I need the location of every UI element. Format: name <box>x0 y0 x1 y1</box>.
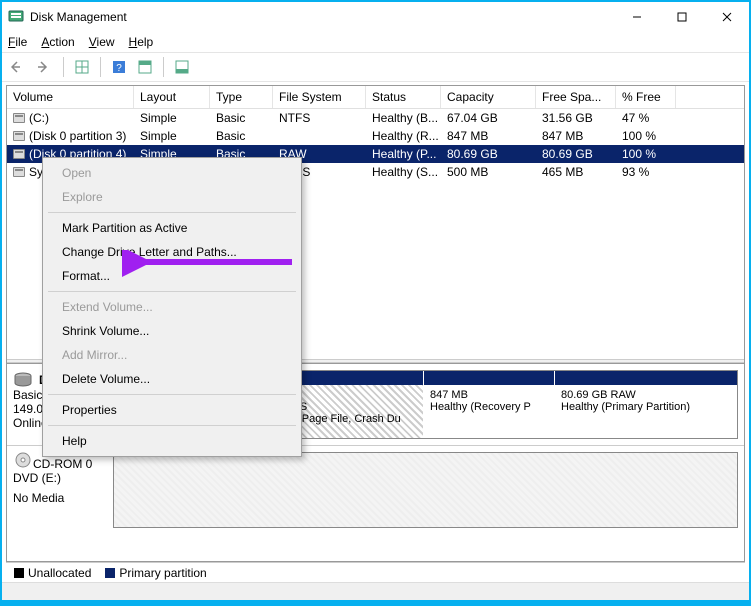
col-pct[interactable]: % Free <box>616 86 676 108</box>
svg-text:?: ? <box>116 63 122 74</box>
volume-icon <box>13 131 25 141</box>
col-volume[interactable]: Volume <box>7 86 134 108</box>
col-status[interactable]: Status <box>366 86 441 108</box>
col-type[interactable]: Type <box>210 86 273 108</box>
disk-icon <box>13 372 33 388</box>
disk-mgmt-icon <box>8 9 24 25</box>
menu-file[interactable]: File <box>8 35 27 49</box>
minimize-button[interactable] <box>614 2 659 32</box>
ctx-properties[interactable]: Properties <box>46 398 298 422</box>
ctx-extend: Extend Volume... <box>46 295 298 319</box>
titlebar: Disk Management <box>2 2 749 32</box>
view-bottom-button[interactable] <box>171 56 193 78</box>
cdrom-name: CD-ROM 0 <box>33 457 92 471</box>
col-layout[interactable]: Layout <box>134 86 210 108</box>
volume-icon <box>13 167 25 177</box>
toolbar: ? <box>2 52 749 82</box>
volume-icon <box>13 113 25 123</box>
ctx-mark-active[interactable]: Mark Partition as Active <box>46 216 298 240</box>
ctx-help[interactable]: Help <box>46 429 298 453</box>
legend-primary: Primary partition <box>119 566 206 580</box>
ctx-change-letter[interactable]: Change Drive Letter and Paths... <box>46 240 298 264</box>
menu-help[interactable]: Help <box>129 35 154 49</box>
menu-view[interactable]: View <box>89 35 115 49</box>
col-fs[interactable]: File System <box>273 86 366 108</box>
ctx-explore: Explore <box>46 185 298 209</box>
cd-icon <box>13 452 33 468</box>
ctx-mirror: Add Mirror... <box>46 343 298 367</box>
view-top-button[interactable] <box>134 56 156 78</box>
ctx-format[interactable]: Format... <box>46 264 298 288</box>
col-free[interactable]: Free Spa... <box>536 86 616 108</box>
ctx-shrink[interactable]: Shrink Volume... <box>46 319 298 343</box>
window-accent-border <box>2 600 749 604</box>
back-button[interactable] <box>8 56 30 78</box>
ctx-delete[interactable]: Delete Volume... <box>46 367 298 391</box>
menu-action[interactable]: Action <box>41 35 74 49</box>
partition[interactable]: 80.69 GB RAWHealthy (Primary Partition) <box>555 371 737 438</box>
volume-icon <box>13 149 25 159</box>
window-title: Disk Management <box>30 10 614 24</box>
legend-unallocated: Unallocated <box>28 566 91 580</box>
volume-row[interactable]: (C:)SimpleBasicNTFSHealthy (B...67.04 GB… <box>7 109 744 127</box>
forward-button[interactable] <box>34 56 56 78</box>
partition[interactable]: 847 MBHealthy (Recovery P <box>424 371 554 438</box>
cdrom-status: No Media <box>13 491 113 505</box>
close-button[interactable] <box>704 2 749 32</box>
help-button[interactable]: ? <box>108 56 130 78</box>
cdrom-row: CD-ROM 0 DVD (E:) No Media <box>7 446 744 534</box>
context-menu: Open Explore Mark Partition as Active Ch… <box>42 157 302 457</box>
legend-unallocated-swatch <box>14 568 24 578</box>
refresh-button[interactable] <box>71 56 93 78</box>
maximize-button[interactable] <box>659 2 704 32</box>
legend: Unallocated Primary partition <box>6 562 745 582</box>
status-bar <box>2 582 749 600</box>
ctx-open: Open <box>46 161 298 185</box>
volume-row[interactable]: (Disk 0 partition 3)SimpleBasicHealthy (… <box>7 127 744 145</box>
cdrom-drive: DVD (E:) <box>13 471 113 485</box>
cdrom-area[interactable] <box>113 452 738 528</box>
legend-primary-swatch <box>105 568 115 578</box>
menubar: File Action View Help <box>2 32 749 52</box>
volume-list-header: Volume Layout Type File System Status Ca… <box>7 86 744 109</box>
col-capacity[interactable]: Capacity <box>441 86 536 108</box>
